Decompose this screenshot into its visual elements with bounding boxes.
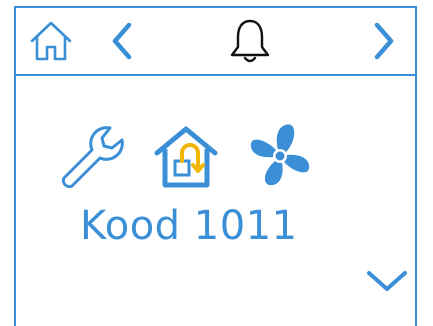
bell-icon — [230, 19, 270, 63]
fan-icon — [250, 124, 310, 186]
wrench-icon — [61, 126, 124, 189]
scroll-down-button[interactable] — [364, 260, 410, 300]
service-indicator — [56, 116, 132, 196]
status-icons-row — [56, 116, 326, 196]
house-return-icon — [154, 126, 218, 188]
home-icon — [30, 21, 72, 61]
chevron-down-icon — [367, 271, 407, 291]
house-mode-indicator — [152, 116, 220, 196]
next-button[interactable] — [362, 8, 406, 74]
thermostat-screen: Kood 1011 — [14, 6, 417, 326]
home-button[interactable] — [24, 8, 78, 74]
notifications-button[interactable] — [220, 8, 280, 74]
status-code-text: Kood 1011 — [80, 203, 298, 249]
previous-button[interactable] — [102, 8, 142, 74]
top-navigation-bar — [16, 8, 415, 76]
fan-indicator — [244, 116, 316, 196]
chevron-right-icon — [374, 22, 394, 60]
chevron-left-icon — [112, 22, 132, 60]
